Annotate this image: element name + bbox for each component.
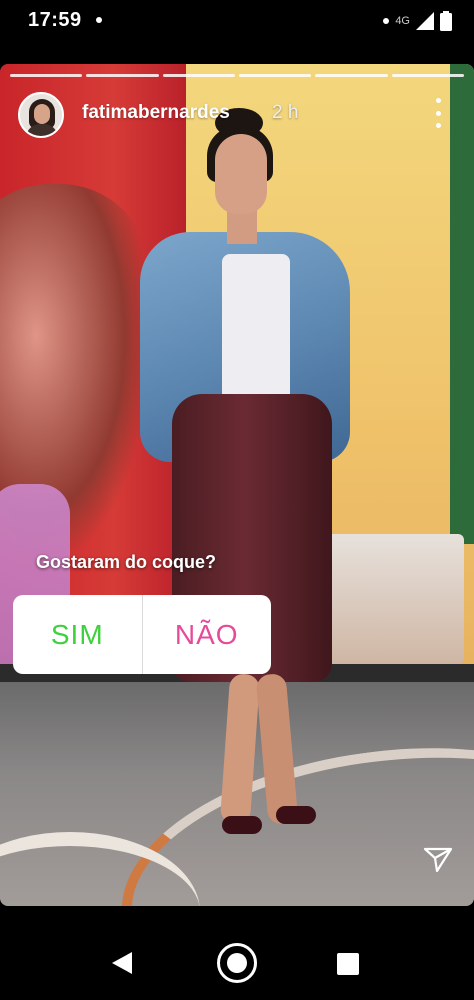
back-icon[interactable] <box>112 952 132 974</box>
poll-question: Gostaram do coque? <box>36 552 217 572</box>
more-options-icon[interactable] <box>428 98 448 128</box>
poll-sticker: SIM NÃO <box>13 595 271 674</box>
status-time: 17:59 <box>28 9 82 31</box>
avatar[interactable] <box>18 92 64 138</box>
story-progress-bar <box>10 74 464 77</box>
system-navigation-bar <box>0 906 474 1000</box>
progress-segment <box>238 74 312 77</box>
username-link[interactable]: fatimabernardes <box>82 102 230 124</box>
recents-icon[interactable] <box>337 953 359 975</box>
notification-dot-icon <box>96 17 102 23</box>
progress-segment <box>315 74 388 77</box>
network-type: 4G <box>395 15 410 27</box>
dot-icon <box>383 18 390 24</box>
home-icon[interactable] <box>217 943 257 983</box>
person-figure <box>0 64 474 906</box>
progress-segment <box>10 74 83 77</box>
story-photo <box>0 64 474 906</box>
status-icons: 4G <box>383 10 452 32</box>
poll-option-yes[interactable]: SIM <box>13 595 143 674</box>
progress-segment <box>162 74 235 77</box>
story-time-ago: 2 h <box>272 102 299 123</box>
signal-icon <box>416 12 434 30</box>
battery-icon <box>440 11 452 31</box>
status-bar: 17:59 4G <box>0 0 474 44</box>
progress-segment <box>391 74 464 77</box>
send-icon[interactable] <box>422 844 454 876</box>
progress-segment <box>86 74 159 77</box>
poll-option-no[interactable]: NÃO <box>143 595 272 674</box>
story-viewer[interactable]: fatimabernardes 2 h Gostaram do coque? S… <box>0 64 474 906</box>
story-header: fatimabernardes 2 h <box>18 92 458 138</box>
